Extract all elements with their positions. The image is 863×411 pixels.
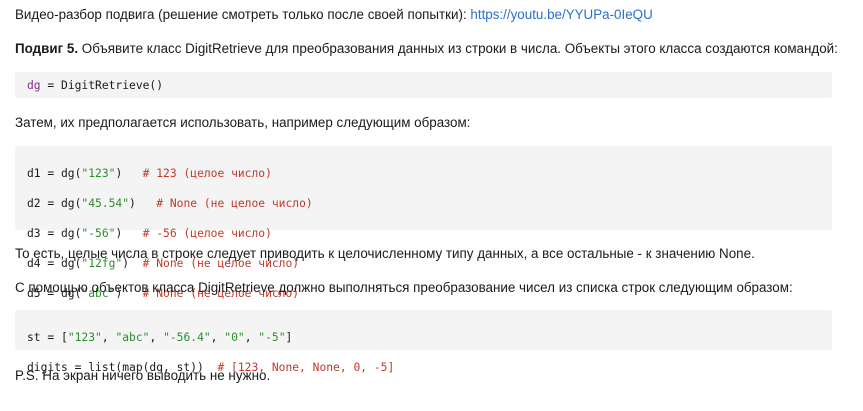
code-text: d2 = dg(: [27, 197, 82, 210]
code-block-list: st = ["123", "abc", "-56.4", "0", "-5"] …: [15, 310, 832, 374]
code-var: dg: [27, 79, 41, 92]
code-text: ): [129, 197, 157, 210]
code-string: "123": [81, 167, 116, 180]
code-text: d3 = dg(: [27, 227, 82, 240]
int-paragraph: То есть, целые числа в строке следует пр…: [15, 246, 755, 261]
list-paragraph: С помощью объектов класса DigitRetrieve …: [15, 280, 793, 295]
code-line: d1 = dg("123") # 123 (целое число): [27, 166, 832, 181]
code-text: ,: [210, 331, 225, 344]
code-string: "0": [224, 331, 245, 344]
code-comment: # -56 (целое число): [142, 227, 272, 240]
code-string: "abc": [115, 331, 150, 344]
code-string: "45.54": [81, 197, 130, 210]
intro-text: Видео-разбор подвига (решение смотреть т…: [15, 7, 471, 22]
code-string: "-56.4": [163, 331, 211, 344]
code-line: d2 = dg("45.54") # None (не целое число): [27, 196, 832, 211]
code-text: = DigitRetrieve(): [40, 79, 164, 92]
code-string: "-56": [81, 227, 116, 240]
code-text: ,: [244, 331, 259, 344]
code-string: "123": [67, 331, 102, 344]
code-text: ]: [285, 331, 293, 344]
code-text: ): [115, 167, 143, 180]
usage-paragraph: Затем, их предполагается использовать, н…: [15, 115, 471, 130]
code-text: d1 = dg(: [27, 167, 82, 180]
code-block-usage: d1 = dg("123") # 123 (целое число) d2 = …: [15, 146, 832, 300]
task-text: Объявите класс DigitRetrieve для преобра…: [78, 41, 838, 56]
code-block-create: dg = DigitRetrieve(): [15, 72, 832, 98]
ps-paragraph: P.S. На экран ничего выводить не нужно.: [15, 368, 271, 383]
code-text: ): [115, 227, 143, 240]
code-line: st = ["123", "abc", "-56.4", "0", "-5"]: [27, 330, 832, 345]
code-line: d3 = dg("-56") # -56 (целое число): [27, 226, 832, 241]
video-link[interactable]: https://youtu.be/YYUPa-0IeQU: [470, 7, 652, 22]
intro-paragraph: Видео-разбор подвига (решение смотреть т…: [15, 7, 653, 22]
task-label: Подвиг 5.: [15, 41, 79, 56]
code-line: dg = DigitRetrieve(): [27, 78, 832, 93]
code-comment: # 123 (целое число): [142, 167, 272, 180]
code-string: "-5": [258, 331, 286, 344]
code-text: ,: [101, 331, 116, 344]
code-comment: # None (не целое число): [156, 197, 313, 210]
code-text: st = [: [27, 331, 68, 344]
code-text: ,: [149, 331, 164, 344]
task-paragraph: Подвиг 5. Объявите класс DigitRetrieve д…: [15, 41, 838, 56]
